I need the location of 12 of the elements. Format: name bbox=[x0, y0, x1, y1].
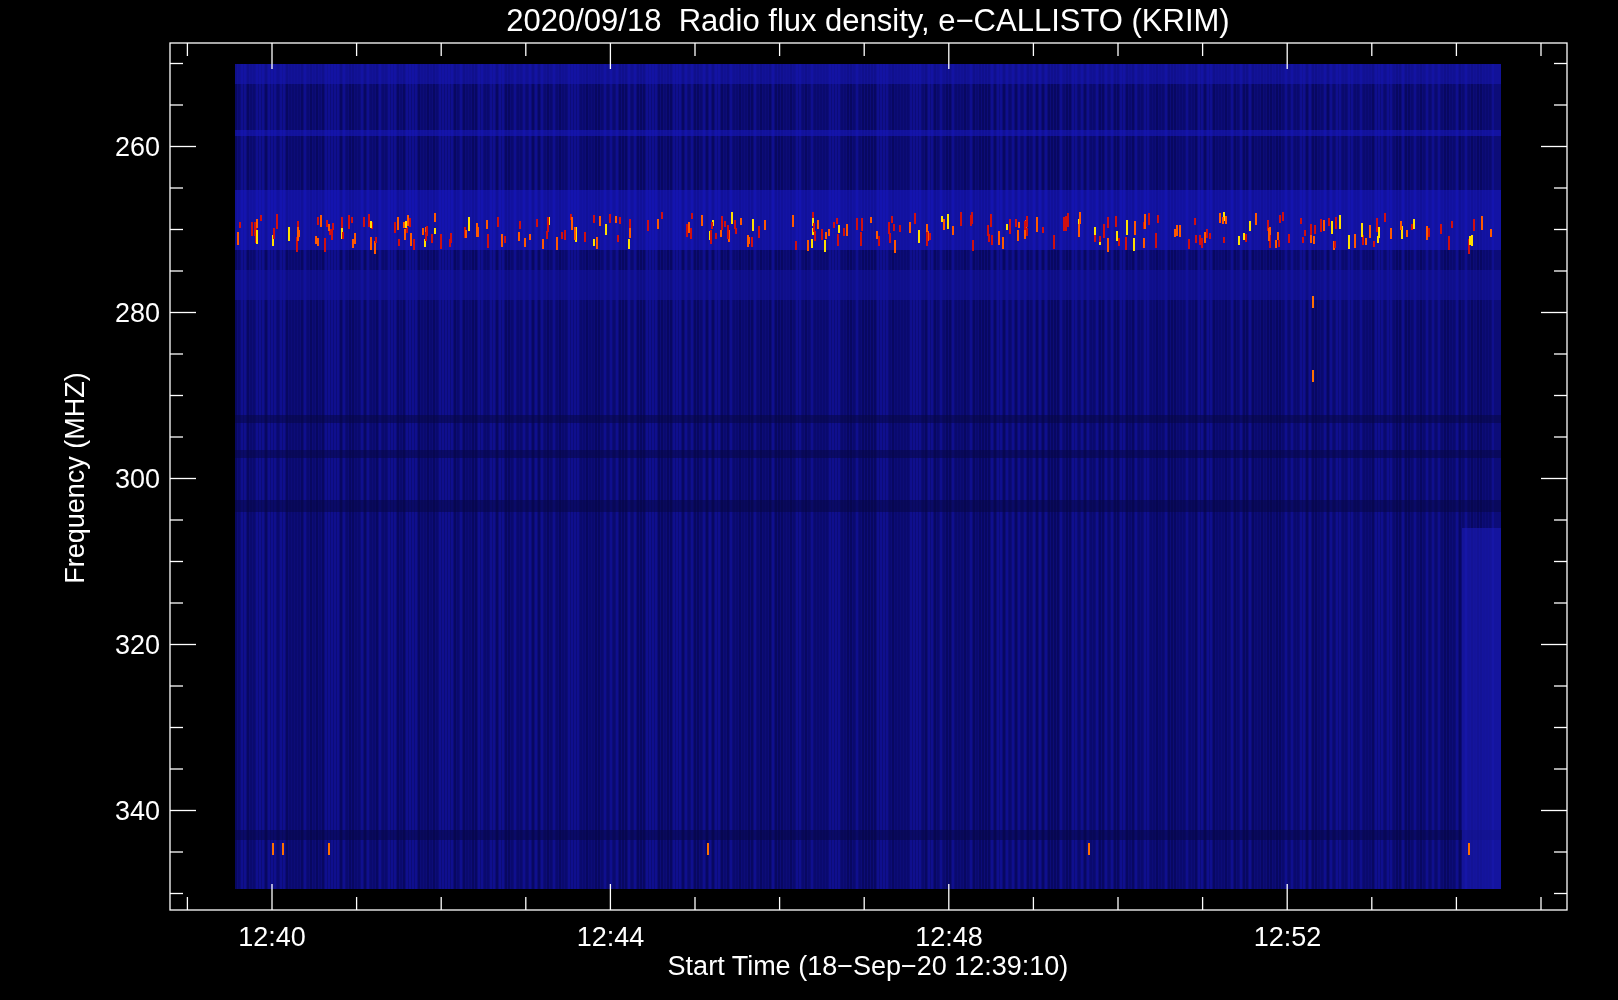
chart-title: 2020/09/18 Radio flux density, e−CALLISTO (KRIM) bbox=[506, 3, 1230, 38]
tick-label: 12:44 bbox=[576, 922, 645, 952]
tick-label: 12:52 bbox=[1253, 922, 1322, 952]
tick-label: 12:40 bbox=[238, 922, 306, 952]
tick-label: 280 bbox=[114, 298, 160, 328]
tick-label: 320 bbox=[114, 630, 160, 660]
axis-label: Start Time (18−Sep−20 12:39:10) bbox=[667, 951, 1069, 981]
tick-label: 340 bbox=[114, 796, 160, 826]
axis-label: Frequency (MHZ) bbox=[60, 372, 90, 584]
tick-label: 260 bbox=[114, 132, 160, 162]
tick-label: 300 bbox=[114, 464, 160, 494]
tick-label: 12:48 bbox=[915, 922, 983, 952]
